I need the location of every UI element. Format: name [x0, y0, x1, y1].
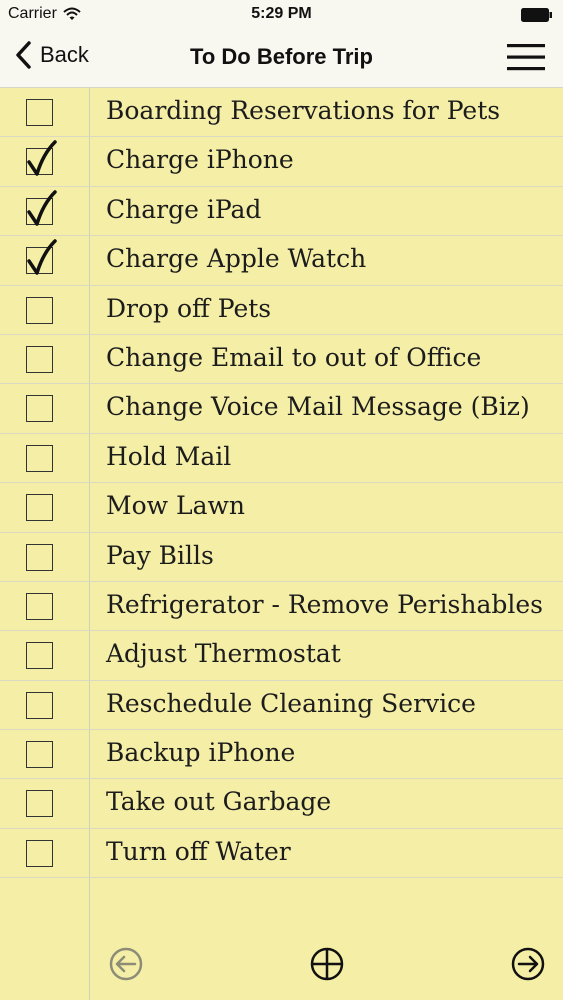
- item-label: Refrigerator - Remove Perishables: [106, 589, 543, 619]
- item-label: Backup iPhone: [106, 738, 296, 768]
- checkbox[interactable]: [26, 592, 53, 620]
- list-item[interactable]: Change Email to out of Office: [0, 335, 563, 385]
- arrow-right-circle-icon[interactable]: [510, 946, 546, 982]
- checkbox[interactable]: [26, 296, 53, 324]
- item-label: Reschedule Cleaning Service: [106, 688, 476, 718]
- item-label: Charge Apple Watch: [106, 244, 367, 274]
- item-label: Charge iPad: [106, 194, 262, 224]
- checkmark-icon: [27, 239, 57, 275]
- checkbox[interactable]: [26, 99, 53, 126]
- list-item[interactable]: Backup iPhone: [0, 730, 563, 780]
- status-time: 5:29 PM: [251, 5, 312, 22]
- navigation-bar: Back To Do Before Trip: [0, 30, 563, 88]
- item-label: Hold Mail: [106, 441, 232, 471]
- item-label: Pay Bills: [106, 540, 214, 570]
- list-item[interactable]: Drop off Pets: [0, 286, 563, 335]
- list-item[interactable]: Hold Mail: [0, 434, 563, 484]
- list-item[interactable]: Change Voice Mail Message (Biz): [0, 384, 563, 434]
- list-item[interactable]: Reschedule Cleaning Service: [0, 681, 563, 731]
- checkbox[interactable]: [26, 543, 53, 571]
- item-label: Turn off Water: [106, 836, 291, 866]
- arrow-left-circle-icon[interactable]: [108, 946, 144, 982]
- checkbox[interactable]: [26, 642, 53, 670]
- plus-circle-icon[interactable]: [309, 946, 345, 982]
- list-item[interactable]: Adjust Thermostat: [0, 631, 563, 681]
- menu-icon[interactable]: [507, 42, 545, 72]
- checkbox[interactable]: [26, 790, 53, 818]
- item-label: Mow Lawn: [106, 491, 246, 521]
- checkbox[interactable]: [26, 395, 53, 423]
- checkbox[interactable]: [26, 839, 53, 867]
- list-item[interactable]: Take out Garbage: [0, 779, 563, 829]
- checkmark-icon: [27, 190, 57, 226]
- item-label: Drop off Pets: [106, 293, 272, 323]
- list-item[interactable]: Refrigerator - Remove Perishables: [0, 582, 563, 632]
- checkbox[interactable]: [26, 741, 53, 769]
- checklist-paper: Boarding Reservations for Pets Charge iPh…: [0, 88, 563, 1000]
- list-item[interactable]: Mow Lawn: [0, 483, 563, 533]
- item-label: Take out Garbage: [106, 787, 332, 817]
- item-label: Charge iPhone: [106, 145, 294, 175]
- battery-icon: [521, 8, 552, 22]
- list-item[interactable]: Charge iPad: [0, 187, 563, 237]
- checkbox[interactable]: [26, 444, 53, 472]
- list-item[interactable]: Pay Bills: [0, 533, 563, 582]
- list-item[interactable]: Boarding Reservations for Pets: [0, 88, 563, 138]
- page-title: To Do Before Trip: [190, 44, 373, 69]
- checkbox[interactable]: [26, 494, 53, 522]
- list-item[interactable]: Charge Apple Watch: [0, 236, 563, 286]
- item-label: Boarding Reservations for Pets: [106, 96, 501, 125]
- item-label: Adjust Thermostat: [106, 639, 341, 669]
- bottom-toolbar: [0, 930, 563, 1000]
- list-item[interactable]: Charge iPhone: [0, 137, 563, 187]
- checklist: Boarding Reservations for Pets Charge iPh…: [0, 88, 563, 879]
- list-item[interactable]: Turn off Water: [0, 829, 563, 879]
- item-label: Change Voice Mail Message (Biz): [106, 392, 530, 422]
- checkbox[interactable]: [26, 691, 53, 719]
- checkbox[interactable]: [26, 345, 53, 373]
- item-label: Change Email to out of Office: [106, 342, 482, 372]
- status-bar: Carrier 5:29 PM: [0, 0, 563, 30]
- checkmark-icon: [27, 140, 57, 177]
